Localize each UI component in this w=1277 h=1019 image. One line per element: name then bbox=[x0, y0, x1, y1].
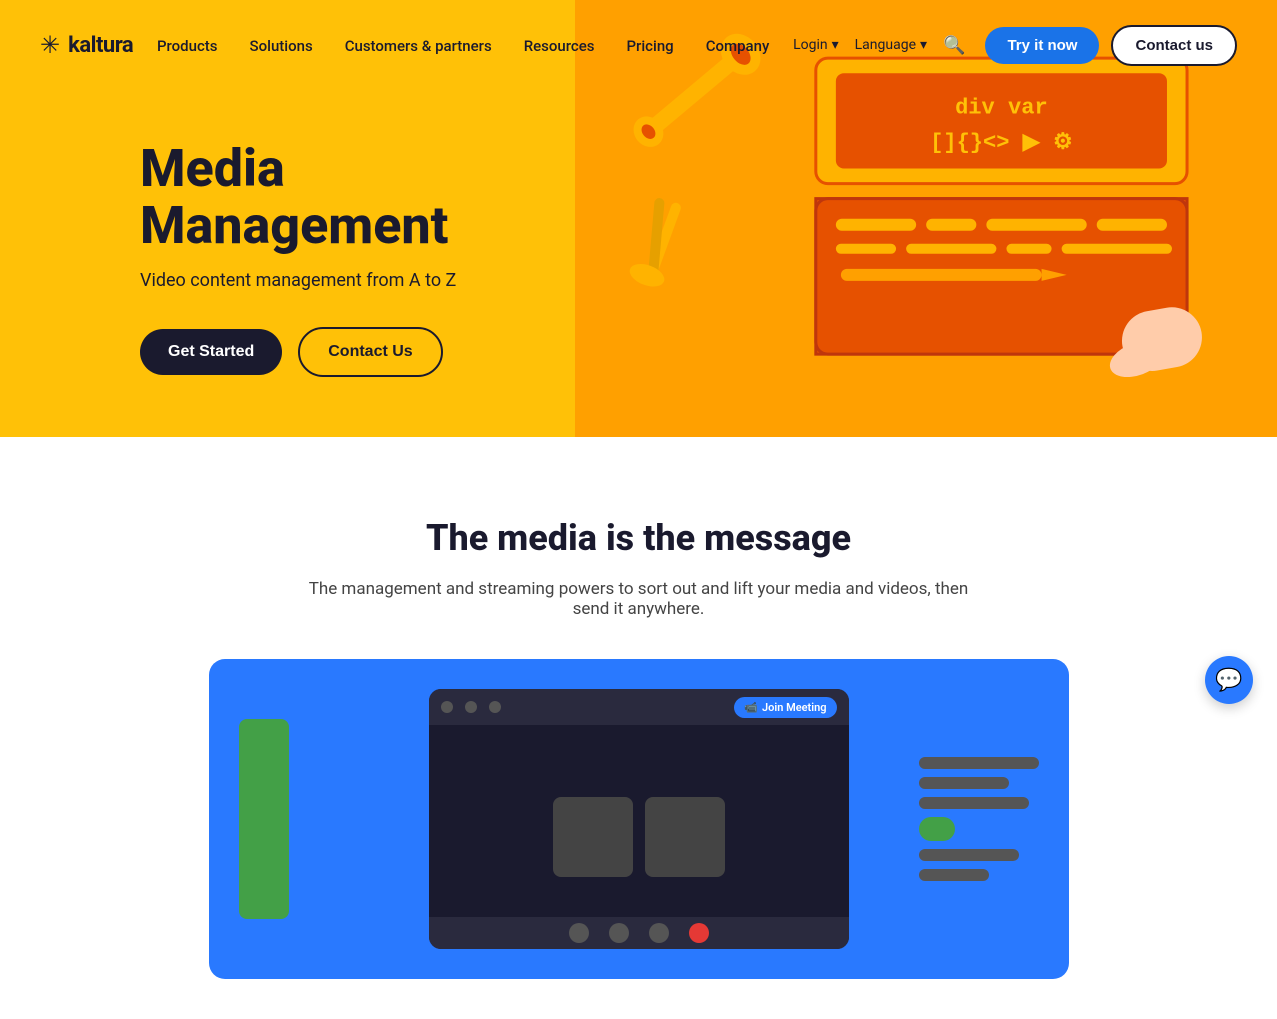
meeting-topbar: 📹 Join Meeting bbox=[429, 689, 849, 725]
meeting-sidebar-left bbox=[239, 719, 289, 919]
chat-line-4 bbox=[919, 849, 1019, 861]
language-chevron-icon: ▾ bbox=[920, 37, 927, 53]
chat-badge bbox=[919, 817, 955, 841]
ctrl-end-icon[interactable] bbox=[689, 923, 709, 943]
logo-link[interactable]: ✳ kaltura bbox=[40, 31, 133, 59]
participant-video-2 bbox=[645, 797, 725, 877]
contact-us-nav-button[interactable]: Contact us bbox=[1111, 25, 1237, 66]
chat-line-5 bbox=[919, 869, 989, 881]
try-it-now-button[interactable]: Try it now bbox=[985, 27, 1099, 64]
media-message-section: The media is the message The management … bbox=[0, 437, 1277, 1019]
nav-company[interactable]: Company bbox=[706, 37, 770, 55]
login-link[interactable]: Login ▾ bbox=[793, 37, 839, 53]
meeting-dot-2 bbox=[465, 701, 477, 713]
hero-subtitle: Video content management from A to Z bbox=[140, 270, 560, 291]
nav-links: Products Solutions Customers & partners … bbox=[157, 36, 769, 55]
meeting-mockup-container: 📹 Join Meeting bbox=[209, 659, 1069, 979]
join-meeting-button[interactable]: 📹 Join Meeting bbox=[734, 697, 836, 718]
chat-bubble-icon: 💬 bbox=[1215, 668, 1242, 693]
ctrl-video-icon[interactable] bbox=[609, 923, 629, 943]
hero-buttons: Get Started Contact Us bbox=[140, 327, 560, 377]
nav-resources[interactable]: Resources bbox=[524, 37, 595, 55]
hero-title: Media Management bbox=[140, 140, 560, 254]
ctrl-screen-icon[interactable] bbox=[649, 923, 669, 943]
ctrl-mic-icon[interactable] bbox=[569, 923, 589, 943]
language-link[interactable]: Language ▾ bbox=[855, 37, 927, 53]
chat-line-1 bbox=[919, 757, 1039, 769]
meeting-controls-bar bbox=[429, 917, 849, 949]
meeting-chat-sidebar bbox=[919, 757, 1039, 881]
nav-solutions[interactable]: Solutions bbox=[250, 37, 313, 55]
nav-customers-partners[interactable]: Customers & partners bbox=[345, 37, 492, 55]
navigation: ✳ kaltura Products Solutions Customers &… bbox=[0, 0, 1277, 90]
nav-meta: Login ▾ Language ▾ 🔍 bbox=[793, 35, 965, 56]
chat-bubble-button[interactable]: 💬 bbox=[1205, 656, 1253, 704]
meeting-content bbox=[429, 725, 849, 949]
login-chevron-icon: ▾ bbox=[832, 37, 839, 53]
chat-line-2 bbox=[919, 777, 1009, 789]
brand-name: kaltura bbox=[68, 33, 133, 58]
nav-products[interactable]: Products bbox=[157, 37, 218, 55]
meeting-mock: 📹 Join Meeting bbox=[209, 659, 1069, 979]
section-heading: The media is the message bbox=[40, 517, 1237, 559]
meeting-dot-1 bbox=[441, 701, 453, 713]
chat-line-3 bbox=[919, 797, 1029, 809]
contact-us-hero-button[interactable]: Contact Us bbox=[298, 327, 442, 377]
meeting-main-window: 📹 Join Meeting bbox=[429, 689, 849, 949]
get-started-button[interactable]: Get Started bbox=[140, 329, 282, 375]
section-description: The management and streaming powers to s… bbox=[289, 579, 989, 619]
meeting-dot-3 bbox=[489, 701, 501, 713]
video-icon: 📹 bbox=[744, 701, 758, 714]
search-icon[interactable]: 🔍 bbox=[943, 35, 965, 56]
nav-pricing[interactable]: Pricing bbox=[626, 37, 673, 55]
participant-video-1 bbox=[553, 797, 633, 877]
nav-right-area: Login ▾ Language ▾ 🔍 Try it now Contact … bbox=[793, 25, 1237, 66]
logo-star-icon: ✳ bbox=[40, 31, 60, 59]
